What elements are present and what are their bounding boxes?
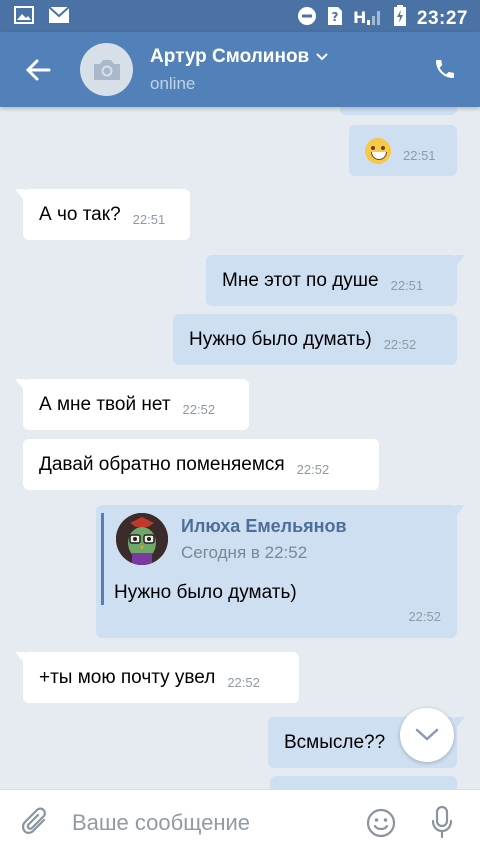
battery-charging-icon — [393, 5, 407, 33]
contact-name-label: Артур Смолинов — [150, 46, 310, 67]
chevron-down-icon — [316, 53, 328, 61]
attach-button[interactable] — [21, 807, 50, 844]
message-time: 22:52 — [182, 402, 216, 417]
forward-date: Сегодня в 22:52 — [181, 543, 308, 562]
clock: 23:27 — [416, 8, 468, 29]
microphone-icon — [431, 805, 453, 839]
status-bar: ? H 23:27 — [0, 0, 480, 32]
message-text: +ты мою почту увел — [39, 666, 216, 688]
message-bubble-outgoing[interactable]: Мне этот по душе 22:51 — [206, 255, 465, 306]
message-time: 22:52 — [296, 462, 330, 477]
voice-message-button[interactable] — [430, 805, 454, 844]
message-bubble-outgoing[interactable]: 22:51 — [349, 125, 457, 176]
call-button[interactable] — [430, 54, 460, 84]
message-text: А мне твой нет — [39, 393, 171, 415]
message-text: Всмысле?? — [284, 731, 386, 753]
smiley-icon — [366, 808, 396, 838]
message-time: 22:51 — [403, 148, 436, 163]
message-text: А чо так? — [39, 203, 121, 225]
message-time: 22:52 — [383, 337, 417, 352]
chevron-down-icon — [415, 728, 439, 741]
chat-header: Артур Смолинов online — [0, 32, 480, 107]
message-time: 22:52 — [408, 609, 441, 624]
scroll-to-bottom-button[interactable] — [400, 708, 454, 762]
camera-icon — [93, 59, 120, 80]
contact-name[interactable]: Артур Смолинов — [150, 46, 329, 68]
grinning-face-icon — [365, 137, 391, 164]
do-not-disturb-icon — [297, 6, 317, 32]
signal-icon: H — [353, 6, 383, 32]
forward-text: Нужно было думать) — [114, 582, 297, 603]
message-bubble-incoming[interactable]: +ты мою почту увел 22:52 — [15, 652, 299, 703]
forwarded-message-bubble[interactable]: Илюха Емельянов Сегодня в 22:52 Нужно бы… — [96, 505, 465, 638]
message-text: Давай обратно поменяемся — [39, 453, 285, 475]
message-list[interactable]: 22:51 А чо так? 22:51 Мне этот по душе 2… — [0, 107, 480, 789]
contact-status: online — [150, 74, 196, 93]
message-text: Нужно было думать) — [189, 328, 372, 350]
message-text: Мне этот по душе — [222, 269, 379, 291]
image-notification-icon — [14, 6, 34, 29]
mail-notification-icon — [48, 6, 70, 29]
forward-author-avatar[interactable] — [116, 513, 168, 565]
message-bubble-partial — [340, 107, 457, 115]
message-composer — [0, 789, 480, 854]
no-sim-icon: ? — [327, 6, 343, 32]
forward-author-name[interactable]: Илюха Емельянов — [181, 516, 347, 537]
message-input[interactable] — [72, 804, 352, 842]
avatar-image — [116, 513, 168, 565]
svg-text:H: H — [353, 8, 366, 26]
message-bubble-partial — [270, 776, 457, 789]
message-time: 22:52 — [227, 675, 260, 690]
back-button[interactable] — [22, 54, 54, 86]
arrow-left-icon — [25, 59, 51, 81]
message-time: 22:51 — [132, 212, 166, 227]
svg-text:?: ? — [331, 10, 338, 24]
message-bubble-incoming[interactable]: Давай обратно поменяемся 22:52 — [23, 439, 379, 490]
emoji-button[interactable] — [366, 808, 396, 843]
paperclip-icon — [21, 807, 46, 834]
message-bubble-incoming[interactable]: А чо так? 22:51 — [15, 189, 190, 240]
message-time: 22:51 — [390, 278, 424, 293]
phone-icon — [436, 60, 454, 78]
forward-indicator-bar — [101, 513, 104, 605]
message-bubble-incoming[interactable]: А мне твой нет 22:52 — [15, 379, 249, 430]
message-bubble-outgoing[interactable]: Нужно было думать) 22:52 — [173, 314, 457, 365]
contact-avatar[interactable] — [80, 43, 133, 96]
